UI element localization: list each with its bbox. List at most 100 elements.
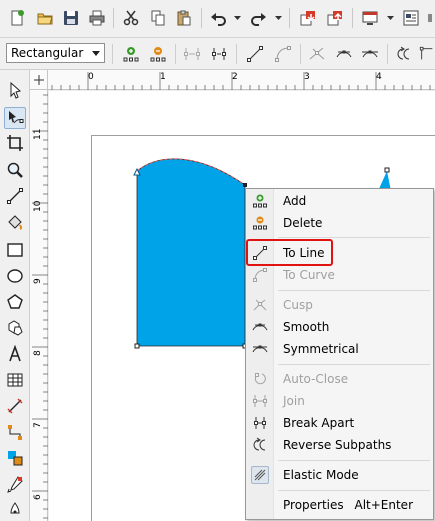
convert-to-line-icon[interactable] [244,43,266,65]
delete-node-icon[interactable] [147,43,169,65]
outline-pen-tool-icon[interactable] [4,499,26,521]
launcher-dropdown-chevron-icon[interactable] [385,7,395,29]
add-node-icon[interactable] [120,43,142,65]
menu-item-auto-close[interactable]: Auto-Close [246,368,433,390]
undo-icon[interactable] [207,7,229,29]
polygon-tool-icon[interactable] [4,291,26,313]
ruler-label: 9 [33,278,43,284]
toolbar-separator [201,8,202,28]
menu-item-label: Delete [283,216,323,230]
toolbox [0,70,30,521]
rectangle-tool-icon[interactable] [4,239,26,261]
menu-item-reverse-subpaths[interactable]: Reverse Subpaths [246,434,433,456]
menu-item-elastic-mode[interactable]: Elastic Mode [246,464,433,486]
convert-to-curve-icon[interactable] [272,43,294,65]
selection-mode-dropdown[interactable]: Rectangular [6,43,105,63]
delete-node-icon [251,214,269,232]
ruler-label: 6 [33,494,43,500]
paste-icon[interactable] [173,7,195,29]
ruler-label: 4 [376,72,382,82]
open-folder-icon[interactable] [34,7,56,29]
copy-icon[interactable] [147,7,169,29]
toolbar-overflow-icon[interactable] [425,7,435,29]
welcome-screen-icon[interactable] [400,7,422,29]
symmetrical-icon [251,340,269,358]
menu-item-label: Auto-Close [283,372,349,386]
save-icon[interactable] [60,7,82,29]
eyedropper-tool-icon[interactable] [4,473,26,495]
join-icon [251,392,269,410]
menu-separator [278,460,430,461]
export-icon[interactable] [324,7,346,29]
vertical-ruler[interactable]: 11 10 9 8 7 6 [30,90,48,521]
break-curve-icon[interactable] [208,43,230,65]
selected-curve-shape[interactable] [136,158,246,347]
menu-item-label: Properties [283,498,344,512]
print-icon[interactable] [86,7,108,29]
menu-item-label: To Curve [283,268,335,282]
menu-item-add[interactable]: Add [246,190,433,212]
ruler-label: 10 [33,200,43,212]
shape-tool-icon[interactable] [4,107,26,129]
selection-mode-value: Rectangular [11,46,84,60]
toolbar-separator [352,8,353,28]
interactive-effects-tool-icon[interactable] [4,447,26,469]
menu-item-cusp[interactable]: Cusp [246,294,433,316]
ruler-label: 3 [304,72,310,82]
node-handle[interactable] [243,183,247,187]
menu-item-join[interactable]: Join [246,390,433,412]
ruler-origin-corner[interactable] [30,70,48,90]
cusp-icon [251,296,269,314]
symmetrical-node-icon[interactable] [359,43,381,65]
auto-close-icon [251,370,269,388]
menu-item-shortcut: Alt+Enter [354,498,413,512]
join-nodes-icon[interactable] [181,43,203,65]
to-curve-icon [251,266,269,284]
ellipse-tool-icon[interactable] [4,265,26,287]
node-handle[interactable] [384,167,390,173]
menu-item-label: Elastic Mode [283,468,359,482]
redo-dropdown-chevron-icon[interactable] [273,7,283,29]
application-launcher-icon[interactable] [359,7,381,29]
crop-tool-icon[interactable] [4,132,26,154]
node-handle[interactable] [134,343,140,349]
toolbar-separator [387,44,388,64]
menu-item-label: Break Apart [283,416,355,430]
chevron-down-icon [89,47,102,59]
toolbar-separator [236,44,237,64]
elastic-mode-icon [251,466,269,484]
ruler-label: 8 [33,350,43,356]
menu-item-properties[interactable]: Properties Alt+Enter [246,494,433,516]
connector-tool-icon[interactable] [4,421,26,443]
new-document-icon[interactable] [6,7,28,29]
redo-icon[interactable] [248,7,270,29]
horizontal-ruler[interactable]: 0 1 2 3 4 [48,70,435,90]
menu-item-symmetrical[interactable]: Symmetrical [246,338,433,360]
cut-icon[interactable] [120,7,142,29]
menu-item-delete[interactable]: Delete [246,212,433,234]
freehand-tool-icon[interactable] [4,185,26,207]
menu-separator [278,237,430,238]
undo-dropdown-chevron-icon[interactable] [232,7,242,29]
smooth-node-icon[interactable] [333,43,355,65]
menu-item-label: Symmetrical [283,342,359,356]
pick-tool-icon[interactable] [4,79,26,101]
toolbar-separator [113,8,114,28]
basic-shapes-tool-icon[interactable] [4,317,26,339]
toolbar-separator [289,8,290,28]
table-tool-icon[interactable] [4,369,26,391]
text-tool-icon[interactable] [4,343,26,365]
toolbar-separator [175,44,176,64]
import-icon[interactable] [297,7,319,29]
menu-item-label: Cusp [283,298,313,312]
menu-item-break-apart[interactable]: Break Apart [246,412,433,434]
extend-curve-icon[interactable] [419,43,435,65]
cusp-node-icon[interactable] [306,43,328,65]
zoom-tool-icon[interactable] [4,159,26,181]
menu-item-smooth[interactable]: Smooth [246,316,433,338]
dimension-tool-icon[interactable] [4,395,26,417]
reverse-direction-icon[interactable] [393,43,415,65]
menu-item-to-curve[interactable]: To Curve [246,264,433,286]
menu-separator [278,364,430,365]
smart-fill-tool-icon[interactable] [4,211,26,233]
